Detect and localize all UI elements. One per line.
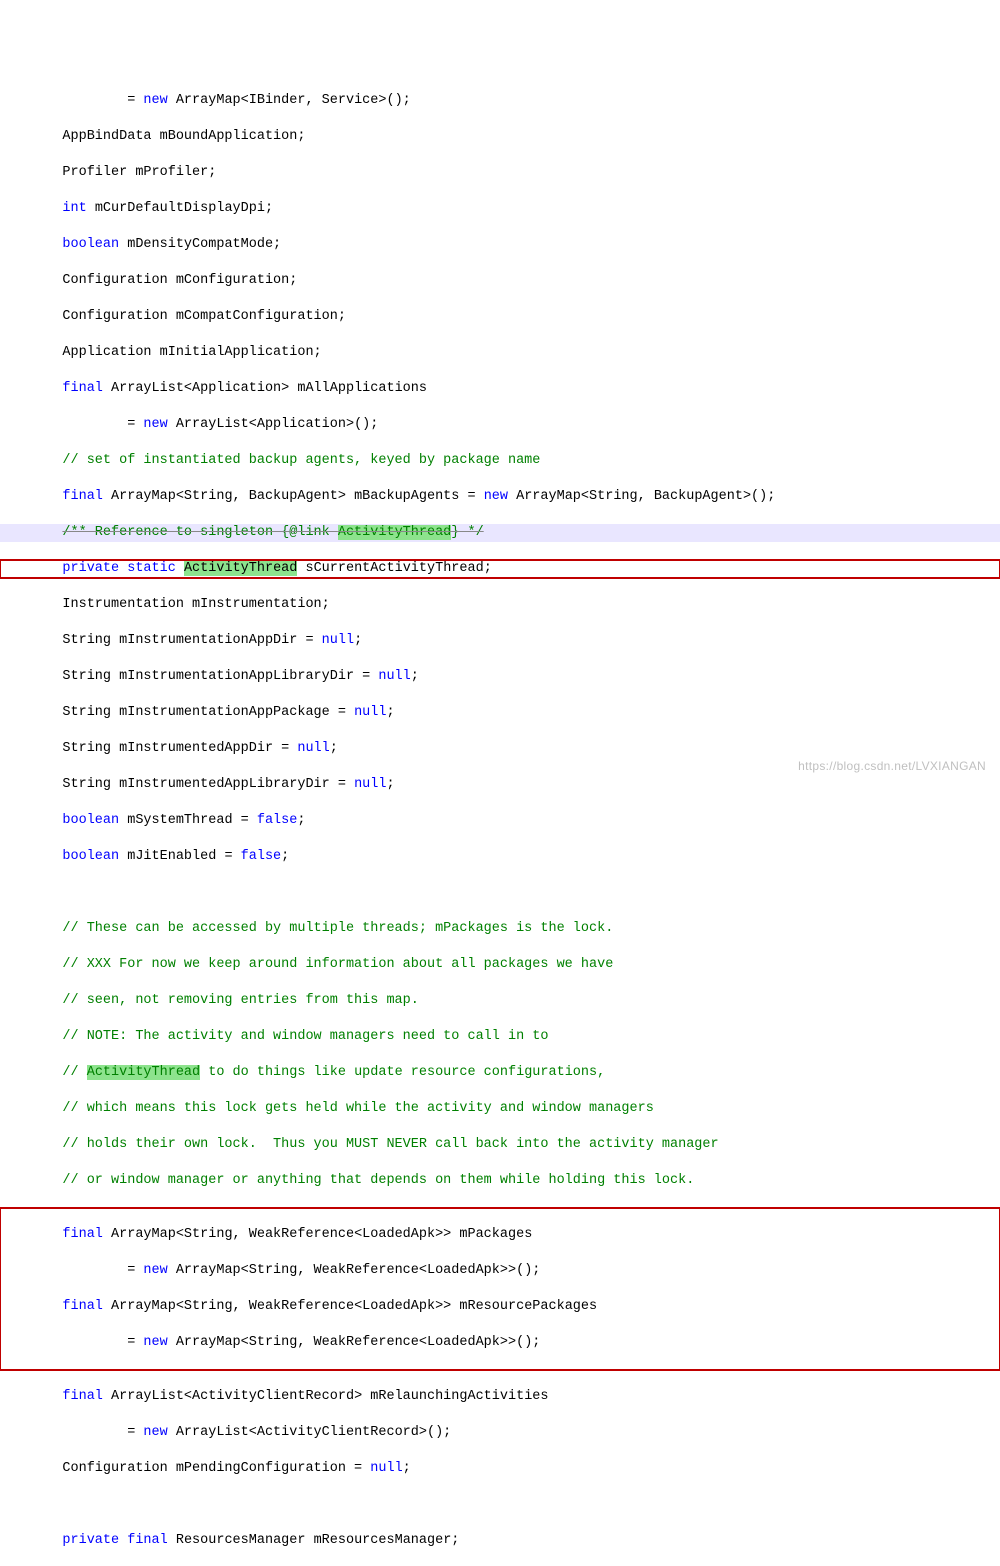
code-line: = new ArrayMap<String, WeakReference<Loa… bbox=[0, 1262, 1000, 1280]
code-line-boxed: private static ActivityThread sCurrentAc… bbox=[0, 560, 1000, 578]
code-line: String mInstrumentationAppLibraryDir = n… bbox=[0, 668, 1000, 686]
code-line: = new ArrayMap<IBinder, Service>(); bbox=[0, 92, 1000, 110]
code-line: AppBindData mBoundApplication; bbox=[0, 128, 1000, 146]
code-line: = new ArrayMap<String, WeakReference<Loa… bbox=[0, 1334, 1000, 1352]
code-block-boxed: final ArrayMap<String, WeakReference<Loa… bbox=[0, 1208, 1000, 1370]
code-line: = new ArrayList<ActivityClientRecord>(); bbox=[0, 1424, 1000, 1442]
code-block: = new ArrayMap<IBinder, Service>(); AppB… bbox=[0, 72, 1000, 1566]
code-line: String mInstrumentationAppDir = null; bbox=[0, 632, 1000, 650]
code-line: final ArrayMap<String, WeakReference<Loa… bbox=[0, 1298, 1000, 1316]
code-line: Instrumentation mInstrumentation; bbox=[0, 596, 1000, 614]
code-line-blank bbox=[0, 1496, 1000, 1514]
code-line: String mInstrumentedAppDir = null; bbox=[0, 740, 1000, 758]
code-line: String mInstrumentationAppPackage = null… bbox=[0, 704, 1000, 722]
code-line: boolean mJitEnabled = false; bbox=[0, 848, 1000, 866]
code-line: boolean mDensityCompatMode; bbox=[0, 236, 1000, 254]
code-line: // XXX For now we keep around informatio… bbox=[0, 956, 1000, 974]
code-line: Configuration mConfiguration; bbox=[0, 272, 1000, 290]
code-line: Configuration mCompatConfiguration; bbox=[0, 308, 1000, 326]
code-line: final ArrayList<ActivityClientRecord> mR… bbox=[0, 1388, 1000, 1406]
code-line: Profiler mProfiler; bbox=[0, 164, 1000, 182]
code-line: // or window manager or anything that de… bbox=[0, 1172, 1000, 1190]
code-line: private final ResourcesManager mResource… bbox=[0, 1532, 1000, 1550]
code-line-highlighted: /** Reference to singleton {@link Activi… bbox=[0, 524, 1000, 542]
code-line-blank bbox=[0, 884, 1000, 902]
code-line: = new ArrayList<Application>(); bbox=[0, 416, 1000, 434]
code-line: // NOTE: The activity and window manager… bbox=[0, 1028, 1000, 1046]
code-line: // holds their own lock. Thus you MUST N… bbox=[0, 1136, 1000, 1154]
code-line: // set of instantiated backup agents, ke… bbox=[0, 452, 1000, 470]
code-line: // seen, not removing entries from this … bbox=[0, 992, 1000, 1010]
code-line: // which means this lock gets held while… bbox=[0, 1100, 1000, 1118]
code-line: Application mInitialApplication; bbox=[0, 344, 1000, 362]
code-line: Configuration mPendingConfiguration = nu… bbox=[0, 1460, 1000, 1478]
code-line: // These can be accessed by multiple thr… bbox=[0, 920, 1000, 938]
code-line: String mInstrumentedAppLibraryDir = null… bbox=[0, 776, 1000, 794]
code-line: int mCurDefaultDisplayDpi; bbox=[0, 200, 1000, 218]
code-line: boolean mSystemThread = false; bbox=[0, 812, 1000, 830]
code-line: final ArrayMap<String, BackupAgent> mBac… bbox=[0, 488, 1000, 506]
code-line: // ActivityThread to do things like upda… bbox=[0, 1064, 1000, 1082]
code-line: final ArrayMap<String, WeakReference<Loa… bbox=[0, 1226, 1000, 1244]
code-line: final ArrayList<Application> mAllApplica… bbox=[0, 380, 1000, 398]
